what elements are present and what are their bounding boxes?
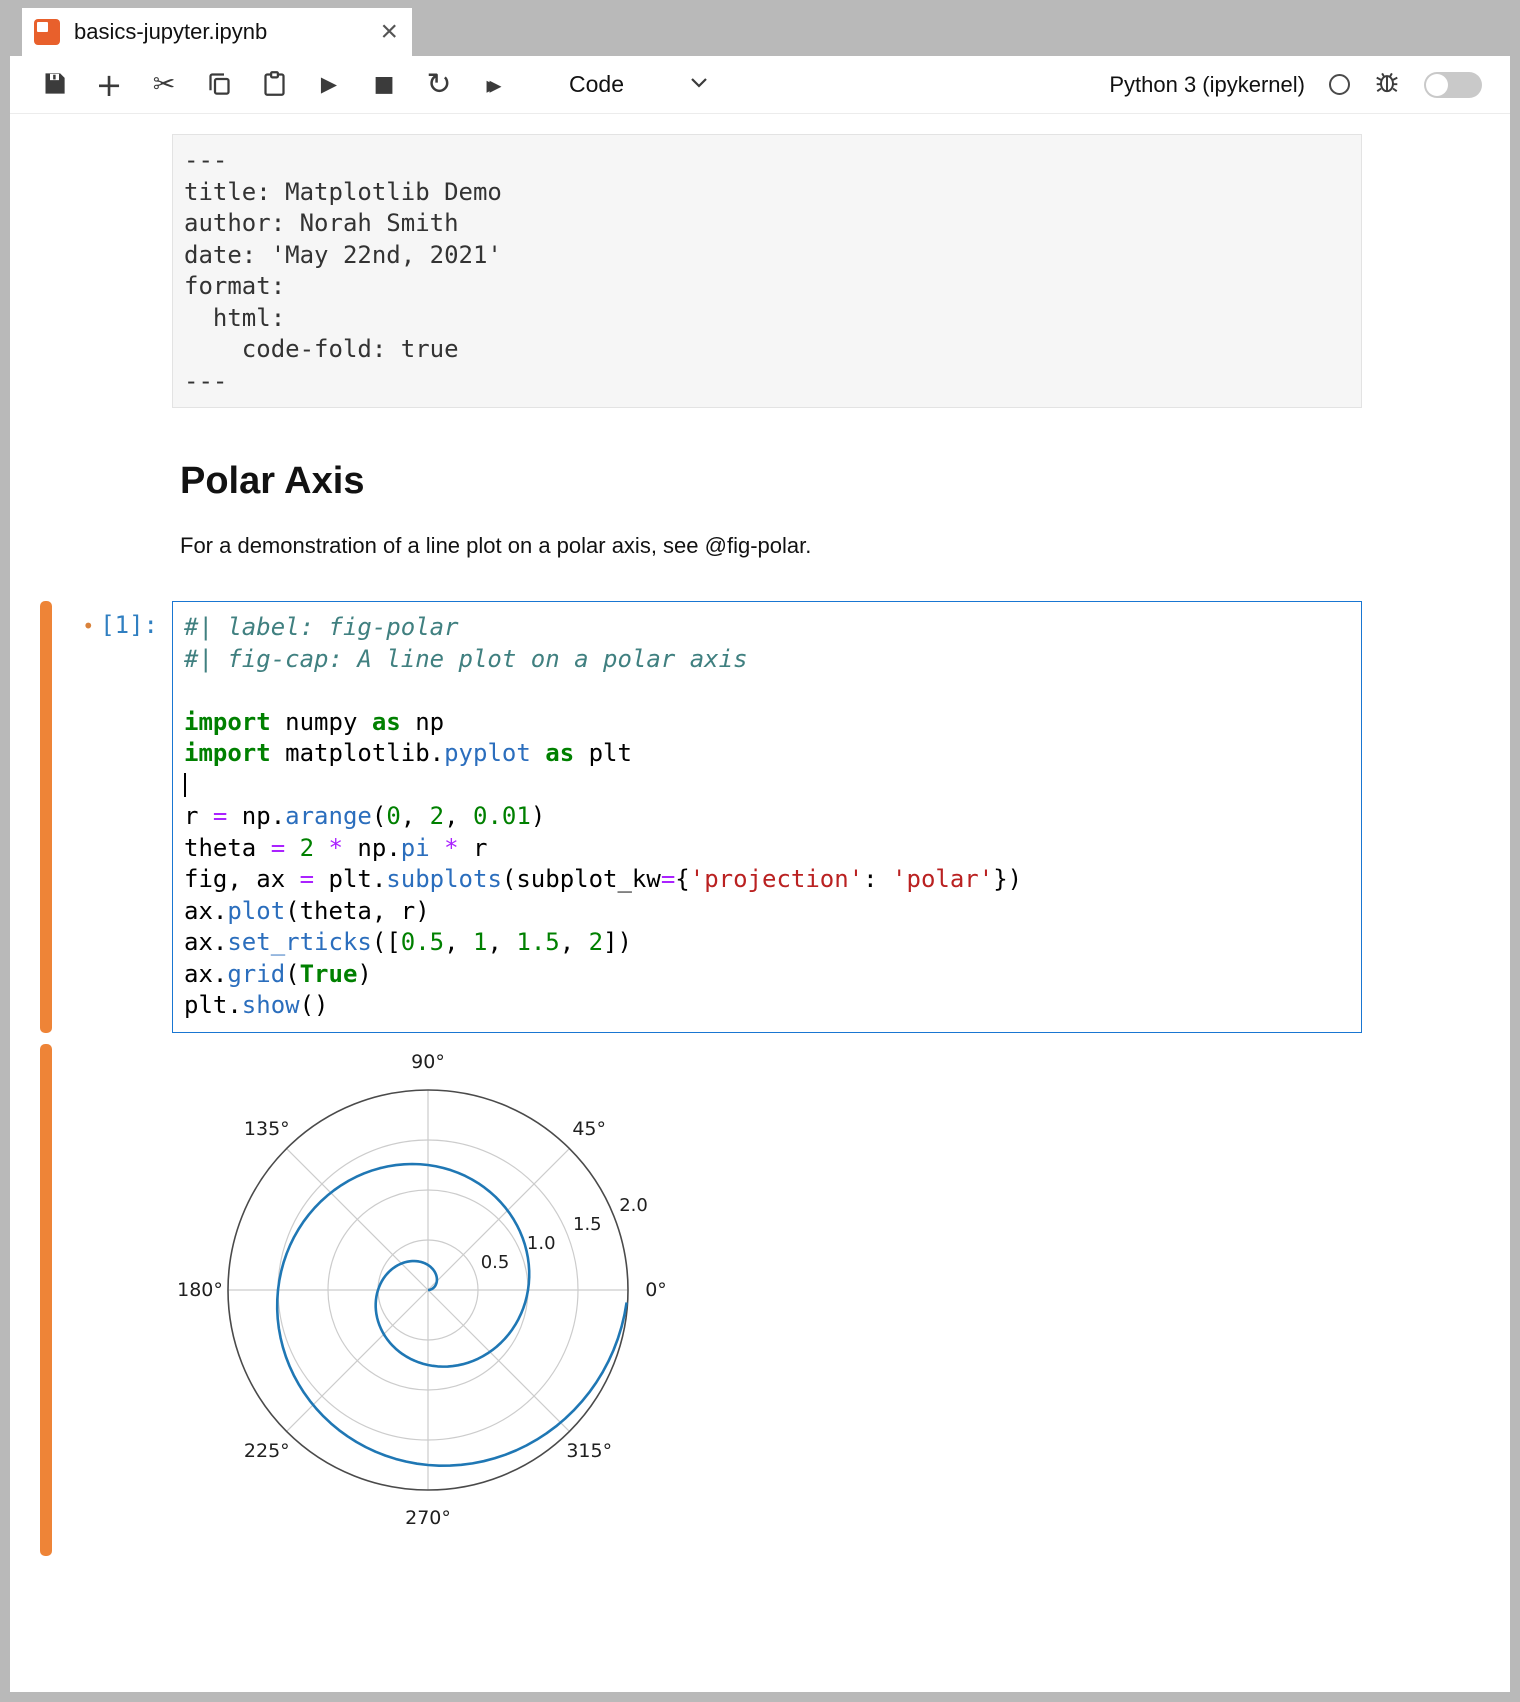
paste-cells-button[interactable]: [260, 68, 288, 102]
code-line: #| fig-cap: A line plot on a polar axis: [184, 644, 1350, 676]
unsaved-dot-icon: •: [82, 614, 94, 638]
polar-plot: 0° 45° 90° 135° 180° 225° 270° 315° 0.5 1.0 1.5 2.0: [172, 1044, 832, 1544]
cell-type-value: Code: [569, 71, 624, 98]
tab-basics-jupyter[interactable]: basics-jupyter.ipynb ×: [22, 8, 412, 56]
cut-cells-button[interactable]: ✂: [150, 68, 178, 102]
svg-text:1.0: 1.0: [527, 1233, 556, 1254]
notebook-toolbar: + ✂ ▶ ■: [10, 56, 1510, 114]
toolbar-left-group: + ✂ ▶ ■: [40, 68, 709, 102]
text-cursor: [184, 773, 186, 797]
svg-text:180°: 180°: [177, 1279, 223, 1301]
raw-cell-line: format:: [184, 271, 1350, 303]
stop-icon: ■: [374, 74, 395, 96]
svg-text:0°: 0°: [645, 1279, 667, 1301]
raw-cell-line: title: Matplotlib Demo: [184, 177, 1350, 209]
run-all-cells-button[interactable]: ▸▸: [480, 68, 508, 102]
notebook-file-icon: [34, 19, 60, 45]
fast-forward-icon: ▸▸: [486, 73, 501, 97]
code-line: ax.plot(theta, r): [184, 896, 1350, 928]
copy-icon: [206, 70, 233, 100]
raw-cell-line: ---: [184, 366, 1350, 398]
input-collapser-bar[interactable]: [40, 601, 52, 1033]
execution-prompt: •[1]:: [52, 601, 172, 1033]
code-line: theta = 2 * np.pi * r: [184, 833, 1350, 865]
scissors-icon: ✂: [153, 71, 176, 98]
raw-cell-line: html:: [184, 303, 1350, 335]
markdown-paragraph: For a demonstration of a line plot on a …: [180, 533, 1510, 559]
code-line: import matplotlib.pyplot as plt: [184, 738, 1350, 770]
raw-cell-line: ---: [184, 145, 1350, 177]
tab-bar: basics-jupyter.ipynb ×: [10, 0, 1510, 56]
plus-icon: +: [96, 69, 123, 101]
save-button[interactable]: [40, 68, 68, 102]
output-area: 0° 45° 90° 135° 180° 225° 270° 315° 0.5 1.0 1.5 2.0: [172, 1044, 832, 1556]
svg-text:2.0: 2.0: [619, 1194, 648, 1215]
svg-text:90°: 90°: [411, 1051, 445, 1073]
raw-cell-line: code-fold: true: [184, 334, 1350, 366]
kernel-name[interactable]: Python 3 (ipykernel): [1109, 72, 1305, 98]
close-icon[interactable]: ×: [380, 17, 398, 47]
jupyterlab-window: basics-jupyter.ipynb × + ✂: [0, 0, 1520, 1702]
code-line: plt.show(): [184, 990, 1350, 1022]
interrupt-kernel-button[interactable]: ■: [370, 68, 398, 102]
output-cell-row: 0° 45° 90° 135° 180° 225° 270° 315° 0.5 1.0 1.5 2.0: [10, 1044, 1510, 1556]
page-title: Polar Axis: [180, 460, 1510, 503]
code-cell-row: •[1]: #| label: fig-polar#| fig-cap: A l…: [10, 601, 1510, 1033]
play-icon: ▶: [321, 74, 337, 95]
kernel-status-icon: [1329, 74, 1350, 95]
window-body: + ✂ ▶ ■: [10, 56, 1510, 1692]
code-editor[interactable]: #| label: fig-polar#| fig-cap: A line pl…: [172, 601, 1362, 1033]
cell-type-dropdown[interactable]: Code: [569, 71, 709, 98]
code-line: [184, 675, 1350, 707]
copy-cells-button[interactable]: [205, 68, 233, 102]
bug-icon: [1374, 82, 1400, 99]
chevron-down-icon: [689, 76, 709, 94]
tab-title: basics-jupyter.ipynb: [74, 19, 267, 45]
toggle-knob: [1426, 74, 1448, 96]
insert-cell-button[interactable]: +: [95, 68, 123, 102]
svg-text:225°: 225°: [244, 1440, 290, 1462]
prompt-text: [1]:: [100, 611, 158, 639]
svg-text:45°: 45°: [572, 1117, 606, 1139]
run-cell-button[interactable]: ▶: [315, 68, 343, 102]
code-line: [184, 770, 1350, 802]
raw-cell-code: ---title: Matplotlib Demoauthor: Norah S…: [184, 145, 1350, 397]
code-line: r = np.arange(0, 2, 0.01): [184, 801, 1350, 833]
svg-text:1.5: 1.5: [573, 1213, 602, 1234]
save-icon: [41, 70, 68, 100]
raw-cell[interactable]: ---title: Matplotlib Demoauthor: Norah S…: [172, 134, 1362, 408]
notebook-content: ---title: Matplotlib Demoauthor: Norah S…: [10, 114, 1510, 1692]
code-line: import numpy as np: [184, 707, 1350, 739]
raw-cell-line: date: 'May 22nd, 2021': [184, 240, 1350, 272]
output-collapser-bar[interactable]: [40, 1044, 52, 1556]
restart-kernel-button[interactable]: ↻: [425, 68, 453, 102]
svg-text:315°: 315°: [566, 1440, 612, 1462]
raw-cell-line: author: Norah Smith: [184, 208, 1350, 240]
code-line: #| label: fig-polar: [184, 612, 1350, 644]
notebook-file-icon-page: [37, 22, 48, 32]
code-line: ax.set_rticks([0.5, 1, 1.5, 2]): [184, 927, 1350, 959]
markdown-cell[interactable]: Polar Axis For a demonstration of a line…: [180, 460, 1510, 559]
svg-text:135°: 135°: [244, 1117, 290, 1139]
code-line: fig, ax = plt.subplots(subplot_kw={'proj…: [184, 864, 1350, 896]
svg-text:0.5: 0.5: [481, 1252, 510, 1273]
toolbar-right-group: Python 3 (ipykernel): [1109, 69, 1482, 100]
code-line: ax.grid(True): [184, 959, 1350, 991]
debugger-toggle-button[interactable]: [1374, 69, 1400, 100]
clipboard-icon: [261, 70, 288, 100]
svg-text:270°: 270°: [405, 1507, 451, 1529]
toggle-switch[interactable]: [1424, 72, 1482, 98]
restart-icon: ↻: [426, 70, 451, 100]
